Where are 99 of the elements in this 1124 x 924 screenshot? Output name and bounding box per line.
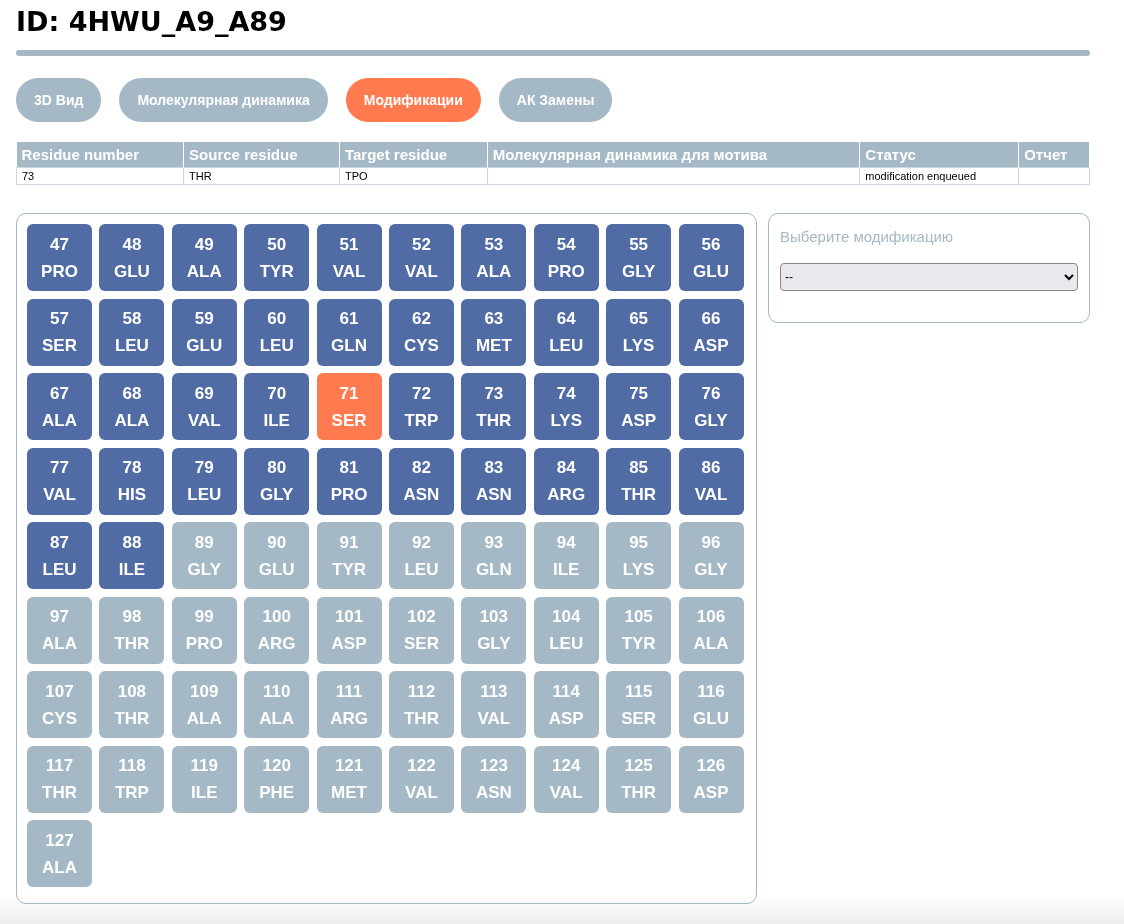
residue-button[interactable]: 76 GLY xyxy=(678,373,744,440)
residue-button[interactable]: 110 ALA xyxy=(244,671,310,738)
residue-button[interactable]: 82 ASN xyxy=(388,447,454,515)
residue-button[interactable]: 65 LYS xyxy=(606,298,672,366)
residue-button[interactable]: 120 PHE xyxy=(244,745,310,813)
residue-button[interactable]: 125 THR xyxy=(606,745,672,813)
column-header: Residue number xyxy=(16,142,184,168)
residue-button[interactable]: 119 ILE xyxy=(171,745,237,813)
residue-button[interactable]: 68 ALA xyxy=(99,373,165,440)
residue-button[interactable]: 58 LEU xyxy=(99,298,165,366)
residue-button[interactable]: 47 PRO xyxy=(27,224,92,291)
residue-button[interactable]: 122 VAL xyxy=(388,745,454,813)
residue-button[interactable]: 56 GLU xyxy=(678,224,744,291)
residue-button[interactable]: 96 GLY xyxy=(678,522,744,589)
residue-button[interactable]: 69 VAL xyxy=(171,373,237,440)
residue-button[interactable]: 48 GLU xyxy=(99,224,165,291)
modification-select[interactable]: -- xyxy=(780,263,1078,291)
residue-button[interactable]: 51 VAL xyxy=(316,224,382,291)
residue-button[interactable]: 114 ASP xyxy=(533,671,599,738)
table-cell xyxy=(1018,167,1090,185)
residue-button[interactable]: 100 ARG xyxy=(244,596,310,664)
column-header: Source residue xyxy=(183,142,340,168)
residue-button[interactable]: 97 ALA xyxy=(27,596,92,664)
residue-button[interactable]: 74 LYS xyxy=(533,373,599,440)
residue-button[interactable]: 107 CYS xyxy=(27,671,92,738)
tab[interactable]: Модификации xyxy=(345,78,481,122)
column-header: Отчет xyxy=(1018,142,1090,168)
column-header: Статус xyxy=(859,142,1019,168)
residue-button[interactable]: 77 VAL xyxy=(27,447,92,515)
residue-button[interactable]: 86 VAL xyxy=(678,447,744,515)
residue-button[interactable]: 87 LEU xyxy=(27,522,92,589)
residue-button[interactable]: 105 TYR xyxy=(606,596,672,664)
residue-button[interactable]: 80 GLY xyxy=(244,447,310,515)
residue-button[interactable]: 71 SER xyxy=(316,373,382,440)
residue-button[interactable]: 53 ALA xyxy=(461,224,527,291)
residue-button[interactable]: 104 LEU xyxy=(533,596,599,664)
residue-button[interactable]: 123 ASN xyxy=(461,745,527,813)
residue-button[interactable]: 106 ALA xyxy=(678,596,744,664)
residue-button[interactable]: 127 ALA xyxy=(27,820,92,887)
residue-button[interactable]: 124 VAL xyxy=(533,745,599,813)
residue-button[interactable]: 85 THR xyxy=(606,447,672,515)
residue-button[interactable]: 62 CYS xyxy=(388,298,454,366)
modification-label: Выберите модификацию xyxy=(780,228,955,245)
residue-button[interactable]: 81 PRO xyxy=(316,447,382,515)
residue-button[interactable]: 60 LEU xyxy=(244,298,310,366)
residue-button[interactable]: 111 ARG xyxy=(316,671,382,738)
residue-button[interactable]: 84 ARG xyxy=(533,447,599,515)
residue-button[interactable]: 73 THR xyxy=(461,373,527,440)
column-header: Молекулярная динамика для мотива xyxy=(487,142,860,168)
tab[interactable]: 3D Вид xyxy=(16,78,102,122)
table-cell: THR xyxy=(183,167,340,185)
residue-button[interactable]: 117 THR xyxy=(27,745,92,813)
residue-button[interactable]: 88 ILE xyxy=(99,522,165,589)
residue-button[interactable]: 52 VAL xyxy=(388,224,454,291)
residue-button[interactable]: 89 GLY xyxy=(171,522,237,589)
residue-button[interactable]: 67 ALA xyxy=(27,373,92,440)
residue-button[interactable]: 98 THR xyxy=(99,596,165,664)
residue-button[interactable]: 66 ASP xyxy=(678,298,744,366)
residue-button[interactable]: 49 ALA xyxy=(171,224,237,291)
residue-button[interactable]: 94 ILE xyxy=(533,522,599,589)
residue-button[interactable]: 92 LEU xyxy=(388,522,454,589)
residue-button[interactable]: 57 SER xyxy=(27,298,92,366)
residue-button[interactable]: 99 PRO xyxy=(171,596,237,664)
table-cell: TPO xyxy=(339,167,488,185)
residue-button[interactable]: 118 TRP xyxy=(99,745,165,813)
residue-button[interactable]: 72 TRP xyxy=(388,373,454,440)
residue-button[interactable]: 79 LEU xyxy=(171,447,237,515)
residue-button[interactable]: 63 MET xyxy=(461,298,527,366)
residue-button[interactable]: 64 LEU xyxy=(533,298,599,366)
residue-button[interactable]: 78 HIS xyxy=(99,447,165,515)
residue-button[interactable]: 70 ILE xyxy=(244,373,310,440)
residue-button[interactable]: 90 GLU xyxy=(244,522,310,589)
table-cell: modification enqueued xyxy=(859,167,1019,185)
residue-button[interactable]: 61 GLN xyxy=(316,298,382,366)
residue-button[interactable]: 115 SER xyxy=(606,671,672,738)
residue-button[interactable]: 121 MET xyxy=(316,745,382,813)
residue-button[interactable]: 108 THR xyxy=(99,671,165,738)
tab[interactable]: АК Замены xyxy=(498,78,613,122)
residue-button[interactable]: 95 LYS xyxy=(606,522,672,589)
residue-button[interactable]: 103 GLY xyxy=(461,596,527,664)
residue-button[interactable]: 101 ASP xyxy=(316,596,382,664)
residue-button[interactable]: 54 PRO xyxy=(533,224,599,291)
residue-button[interactable]: 112 THR xyxy=(388,671,454,738)
residue-button[interactable]: 50 TYR xyxy=(244,224,310,291)
residue-button[interactable]: 126 ASP xyxy=(678,745,744,813)
residue-button[interactable]: 55 GLY xyxy=(606,224,672,291)
page-title: ID: 4HWU_A9_A89 xyxy=(16,5,288,39)
residue-button[interactable]: 59 GLU xyxy=(171,298,237,366)
residue-button[interactable]: 91 TYR xyxy=(316,522,382,589)
table-cell: 73 xyxy=(16,167,184,185)
residue-button[interactable]: 93 GLN xyxy=(461,522,527,589)
residue-button[interactable]: 116 GLU xyxy=(678,671,744,738)
residue-button[interactable]: 113 VAL xyxy=(461,671,527,738)
column-header: Target residue xyxy=(339,142,488,168)
residue-button[interactable]: 83 ASN xyxy=(461,447,527,515)
tab[interactable]: Молекулярная динамика xyxy=(119,78,328,122)
residue-button[interactable]: 102 SER xyxy=(388,596,454,664)
residue-button[interactable]: 109 ALA xyxy=(171,671,237,738)
residue-button[interactable]: 75 ASP xyxy=(606,373,672,440)
